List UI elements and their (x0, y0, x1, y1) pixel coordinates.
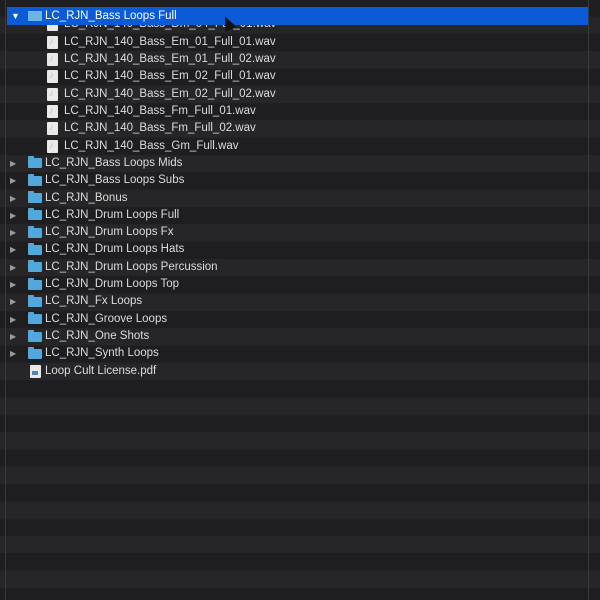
folder-icon (28, 312, 42, 325)
disclosure-collapsed-icon[interactable]: ▶ (10, 172, 16, 189)
folder-name: LC_RJN_Drum Loops Top (45, 278, 180, 291)
disclosure-collapsed-icon[interactable]: ▶ (10, 241, 16, 258)
folder-name: LC_RJN_Bonus (45, 191, 128, 204)
folder-icon (28, 225, 42, 238)
pdf-file-icon (30, 364, 41, 378)
audio-file-icon (47, 103, 58, 118)
column-divider (588, 0, 589, 600)
folder-icon (28, 208, 42, 221)
folder-icon (28, 173, 42, 186)
folder-icon (28, 11, 42, 21)
disclosure-collapsed-icon[interactable]: ▶ (10, 311, 16, 328)
disclosure-collapsed-icon[interactable]: ▶ (10, 259, 16, 276)
folder-name: LC_RJN_Drum Loops Full (45, 208, 180, 221)
list-item-folder[interactable]: ▶ LC_RJN_One Shots (0, 328, 588, 345)
audio-file-icon (47, 34, 58, 49)
folder-icon (28, 294, 42, 307)
file-name: LC_RJN_140_Bass_Em_01_Full_01.wav (64, 35, 276, 48)
file-name: LC_RJN_140_Bass_Fm_Full_01.wav (64, 104, 256, 117)
list-item-folder[interactable]: ▶ LC_RJN_Drum Loops Top (0, 276, 588, 293)
file-list: LC_RJN_140_Bass_Dm_04_Full_01.wavLC_RJN_… (0, 16, 588, 380)
folder-name: LC_RJN_One Shots (45, 330, 150, 343)
folder-icon (28, 329, 42, 342)
list-item-folder[interactable]: ▶ LC_RJN_Drum Loops Percussion (0, 259, 588, 276)
audio-file-icon (47, 86, 58, 101)
audio-file-icon (47, 68, 58, 84)
disclosure-expanded-icon[interactable]: ▼ (11, 7, 20, 25)
file-name: LC_RJN_140_Bass_Fm_Full_02.wav (64, 122, 256, 135)
folder-icon (28, 242, 42, 255)
disclosure-collapsed-icon[interactable]: ▶ (10, 345, 16, 362)
folder-name: LC_RJN_Drum Loops Percussion (45, 260, 218, 273)
list-item-folder[interactable]: ▶ LC_RJN_Drum Loops Fx (0, 224, 588, 241)
list-item-folder[interactable]: ▶ LC_RJN_Drum Loops Hats (0, 241, 588, 258)
folder-icon (28, 277, 42, 290)
file-name: LC_RJN_140_Bass_Gm_Full.wav (64, 139, 239, 152)
audio-file-icon (47, 138, 58, 153)
file-name: LC_RJN_140_Bass_Em_01_Full_02.wav (64, 53, 276, 66)
folder-icon (28, 191, 42, 204)
disclosure-collapsed-icon[interactable]: ▶ (10, 155, 16, 172)
folder-name: LC_RJN_Synth Loops (45, 347, 159, 360)
list-item-folder[interactable]: ▶ LC_RJN_Synth Loops (0, 345, 588, 362)
list-item-document[interactable]: Loop Cult License.pdf (0, 363, 588, 380)
list-item-file[interactable]: LC_RJN_140_Bass_Fm_Full_02.wav (0, 120, 588, 137)
disclosure-collapsed-icon[interactable]: ▶ (10, 328, 16, 345)
folder-name: LC_RJN_Drum Loops Fx (45, 226, 174, 239)
disclosure-collapsed-icon[interactable]: ▶ (10, 207, 16, 224)
list-item-folder[interactable]: ▶ LC_RJN_Bass Loops Mids (0, 155, 588, 172)
audio-file-icon (47, 51, 58, 67)
folder-name: LC_RJN_Bass Loops Mids (45, 156, 183, 169)
selected-folder-row[interactable]: ▼ LC_RJN_Bass Loops Full (7, 7, 588, 25)
folder-icon (28, 346, 42, 359)
file-name: LC_RJN_140_Bass_Em_02_Full_01.wav (64, 70, 276, 83)
list-item-folder[interactable]: ▶ LC_RJN_Drum Loops Full (0, 207, 588, 224)
list-item-file[interactable]: LC_RJN_140_Bass_Fm_Full_01.wav (0, 103, 588, 120)
folder-icon (28, 156, 42, 169)
file-name: LC_RJN_140_Bass_Em_02_Full_02.wav (64, 87, 276, 100)
disclosure-collapsed-icon[interactable]: ▶ (10, 293, 16, 310)
list-item-file[interactable]: LC_RJN_140_Bass_Gm_Full.wav (0, 138, 588, 155)
list-item-folder[interactable]: ▶ LC_RJN_Bonus (0, 190, 588, 207)
list-item-file[interactable]: LC_RJN_140_Bass_Em_01_Full_02.wav (0, 51, 588, 68)
disclosure-collapsed-icon[interactable]: ▶ (10, 190, 16, 207)
list-item-folder[interactable]: ▶ LC_RJN_Bass Loops Subs (0, 172, 588, 189)
list-item-file[interactable]: LC_RJN_140_Bass_Em_02_Full_02.wav (0, 86, 588, 103)
audio-file-icon (47, 120, 58, 136)
file-name: Loop Cult License.pdf (45, 364, 157, 377)
disclosure-collapsed-icon[interactable]: ▶ (10, 276, 16, 293)
folder-name: LC_RJN_Groove Loops (45, 312, 168, 325)
list-item-file[interactable]: LC_RJN_140_Bass_Em_02_Full_01.wav (0, 68, 588, 85)
folder-name: LC_RJN_Bass Loops Subs (45, 174, 185, 187)
list-item-folder[interactable]: ▶ LC_RJN_Fx Loops (0, 293, 588, 310)
folder-name: LC_RJN_Fx Loops (45, 295, 143, 308)
folder-name: LC_RJN_Drum Loops Hats (45, 243, 185, 256)
list-item-file[interactable]: LC_RJN_140_Bass_Em_01_Full_01.wav (0, 34, 588, 51)
folder-icon (28, 260, 42, 273)
folder-name: LC_RJN_Bass Loops Full (45, 10, 177, 22)
disclosure-collapsed-icon[interactable]: ▶ (10, 224, 16, 241)
list-item-folder[interactable]: ▶ LC_RJN_Groove Loops (0, 311, 588, 328)
